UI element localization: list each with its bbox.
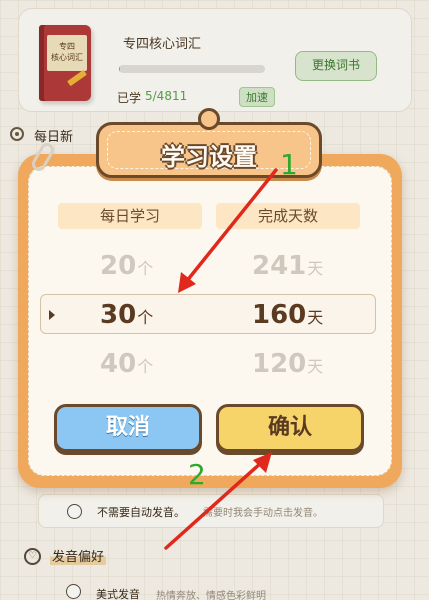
annotation-arrow-1 [184,168,278,284]
annotation-arrows [164,168,278,550]
annotation-arrow-2 [164,460,264,550]
annotation-label-2: 2 [188,458,206,491]
annotation-label-1: 1 [280,148,298,181]
